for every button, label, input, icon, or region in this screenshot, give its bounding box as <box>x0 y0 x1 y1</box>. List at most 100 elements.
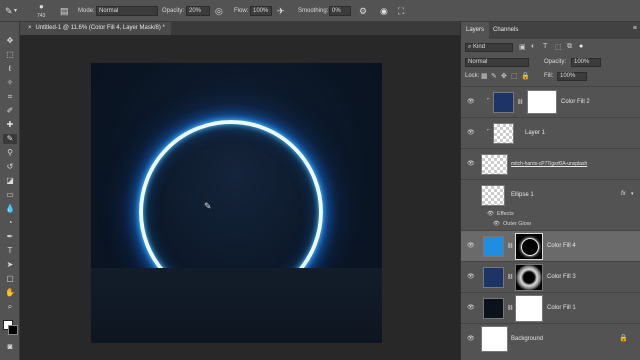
visibility-eye-icon[interactable]: 👁 <box>467 160 475 167</box>
fill-value: 100% <box>560 73 576 79</box>
move-tool-icon[interactable]: ✥ <box>3 36 17 46</box>
mode-value: Normal <box>99 8 119 14</box>
blur-tool-icon[interactable]: 💧 <box>3 204 17 214</box>
visibility-eye-icon[interactable]: 👁 <box>467 242 475 249</box>
tab-channels[interactable]: Channels <box>488 22 523 39</box>
filter-pixel-icon[interactable]: ▣ <box>519 43 526 51</box>
fx-badge[interactable]: fx <box>621 191 626 197</box>
dodge-tool-icon[interactable]: ◔ <box>3 218 17 228</box>
link-icon: ⌐ <box>487 96 490 102</box>
layer-row-photo[interactable]: 👁 mitch-harris-cP7Tigsrl0A-unsplash <box>461 148 640 179</box>
layer-row-color-fill-3[interactable]: 👁 ⛓ Color Fill 3 <box>461 261 640 292</box>
gradient-tool-icon[interactable]: ▭ <box>3 190 17 200</box>
layer-opacity-label: Opacity: <box>544 59 567 65</box>
lock-row: Lock: ▦ ✎ ✥ ⬚ 🔒 Fill: 100% <box>461 72 640 84</box>
hand-tool-icon[interactable]: ✋ <box>3 288 17 298</box>
layer-opacity-field[interactable]: 100% <box>571 58 601 67</box>
options-bar: ✎ ▾ ● 743 ▤ Mode: Normal Opacity: 20% ◎ … <box>0 0 640 22</box>
brush-tool-icon[interactable]: ✎ <box>3 134 17 144</box>
chevron-down-icon[interactable]: ▾ <box>631 191 634 197</box>
layer-row-color-fill-2[interactable]: 👁 ⌐ ⛓ Color Fill 2 <box>461 86 640 117</box>
crop-tool-icon[interactable]: ⌗ <box>3 92 17 102</box>
filter-toggle-icon[interactable]: ● <box>579 43 583 50</box>
airbrush-icon[interactable]: ✈ <box>277 0 285 22</box>
visibility-eye-icon[interactable]: 👁 <box>467 273 475 280</box>
layer-row-ellipse-1[interactable]: Ellipse 1 fx ▾ <box>461 179 640 207</box>
dropdown-arrow-icon[interactable]: ▾ <box>14 0 17 22</box>
opacity-field[interactable]: 20% <box>186 6 210 16</box>
lasso-tool-icon[interactable]: ℓ <box>3 64 17 74</box>
close-icon[interactable]: × <box>28 25 32 31</box>
type-tool-icon[interactable]: T <box>3 246 17 256</box>
opacity-label: Opacity: <box>162 8 185 14</box>
layer-row-color-fill-1[interactable]: 👁 ⛓ Color Fill 1 <box>461 292 640 323</box>
filter-smart-object-icon[interactable]: ⧉ <box>567 43 572 51</box>
layer-thumbnail <box>481 154 508 175</box>
clone-stamp-tool-icon[interactable]: ⚲ <box>3 148 17 158</box>
smoothing-field[interactable]: 0% <box>329 6 351 16</box>
tab-layers[interactable]: Layers <box>461 22 490 39</box>
layer-name: Color Fill 2 <box>561 99 590 105</box>
floor-plane <box>91 268 382 343</box>
layer-mask-thumbnail[interactable] <box>515 233 543 260</box>
effects-label: Effects <box>497 211 514 217</box>
panel-menu-icon[interactable]: ≡ <box>633 25 637 32</box>
outer-glow-eye-icon[interactable]: 👁 <box>493 221 500 227</box>
layer-name: Layer 1 <box>525 130 546 136</box>
flow-field[interactable]: 100% <box>250 6 272 16</box>
lock-all-icon[interactable]: 🔒 <box>521 72 530 80</box>
gear-icon[interactable]: ⚙ <box>359 0 367 22</box>
layer-mask-thumbnail[interactable] <box>515 295 543 322</box>
layer-row-color-fill-4[interactable]: 👁 ⛓ Color Fill 4 <box>461 230 640 261</box>
shape-tool-icon[interactable]: ▢ <box>3 274 17 284</box>
outer-glow-row[interactable]: 👁 Outer Glow <box>461 219 640 229</box>
layer-row-layer-1[interactable]: 👁 ⌐ Layer 1 <box>461 117 640 148</box>
marquee-tool-icon[interactable]: ⬚ <box>3 50 17 60</box>
eraser-tool-icon[interactable]: ◪ <box>3 176 17 186</box>
mode-select[interactable]: Normal <box>96 6 158 16</box>
symmetry-icon[interactable]: ⛶ <box>398 0 404 22</box>
zoom-tool-icon[interactable]: ⌕ <box>3 302 17 312</box>
visibility-eye-icon[interactable]: 👁 <box>467 304 475 311</box>
brush-settings-icon[interactable]: ▤ <box>60 0 69 22</box>
layer-mask-thumbnail[interactable] <box>527 90 557 114</box>
document-canvas[interactable]: ✎ <box>91 63 382 343</box>
layer-name: Background <box>511 336 544 342</box>
filter-adjustment-icon[interactable]: ◐ <box>531 43 535 50</box>
eyedropper-tool-icon[interactable]: ✐ <box>3 106 17 116</box>
quick-mask-icon[interactable]: ◙ <box>3 342 17 352</box>
filter-shape-icon[interactable]: ⬚ <box>555 43 562 51</box>
link-icon: ⌐ <box>487 127 490 133</box>
filter-type-icon[interactable]: T <box>543 43 547 50</box>
lock-label: Lock: <box>465 73 480 79</box>
document-tab[interactable]: × Untitled-1 @ 11.6% (Color Fill 4, Layer… <box>20 22 171 35</box>
visibility-eye-icon[interactable]: 👁 <box>467 129 475 136</box>
lock-transparent-icon[interactable]: ▦ <box>481 72 488 80</box>
document-tab-bar: × Untitled-1 @ 11.6% (Color Fill 4, Layer… <box>20 22 460 35</box>
layer-mask-thumbnail[interactable] <box>515 264 543 291</box>
effects-eye-icon[interactable]: 👁 <box>487 211 494 217</box>
layer-thumbnail <box>481 326 508 352</box>
lock-position-icon[interactable]: ✥ <box>501 72 507 80</box>
effects-row[interactable]: 👁 Effects <box>461 209 640 219</box>
layer-row-background[interactable]: 👁 Background 🔒 <box>461 323 640 354</box>
pressure-size-icon[interactable]: ◉ <box>380 0 388 22</box>
filter-kind-select[interactable]: ⌕ Kind <box>465 43 513 52</box>
lock-image-icon[interactable]: ✎ <box>491 72 497 80</box>
healing-tool-icon[interactable]: ✚ <box>3 120 17 130</box>
brush-tool-icon[interactable]: ✎ <box>5 0 13 22</box>
visibility-eye-icon[interactable]: 👁 <box>467 98 475 105</box>
pen-tool-icon[interactable]: ✒ <box>3 232 17 242</box>
background-color-swatch[interactable] <box>8 325 18 335</box>
layer-thumbnail <box>483 267 504 288</box>
blend-mode-select[interactable]: Normal <box>465 58 529 67</box>
fill-label: Fill: <box>544 73 554 79</box>
fill-field[interactable]: 100% <box>557 72 587 81</box>
pressure-opacity-icon[interactable]: ◎ <box>215 0 223 22</box>
path-select-tool-icon[interactable]: ➤ <box>3 260 17 270</box>
quick-select-tool-icon[interactable]: ✧ <box>3 78 17 88</box>
history-brush-tool-icon[interactable]: ↺ <box>3 162 17 172</box>
visibility-eye-icon[interactable]: 👁 <box>467 335 475 342</box>
mask-link-icon: ⛓ <box>507 305 514 311</box>
lock-artboard-icon[interactable]: ⬚ <box>511 72 518 80</box>
